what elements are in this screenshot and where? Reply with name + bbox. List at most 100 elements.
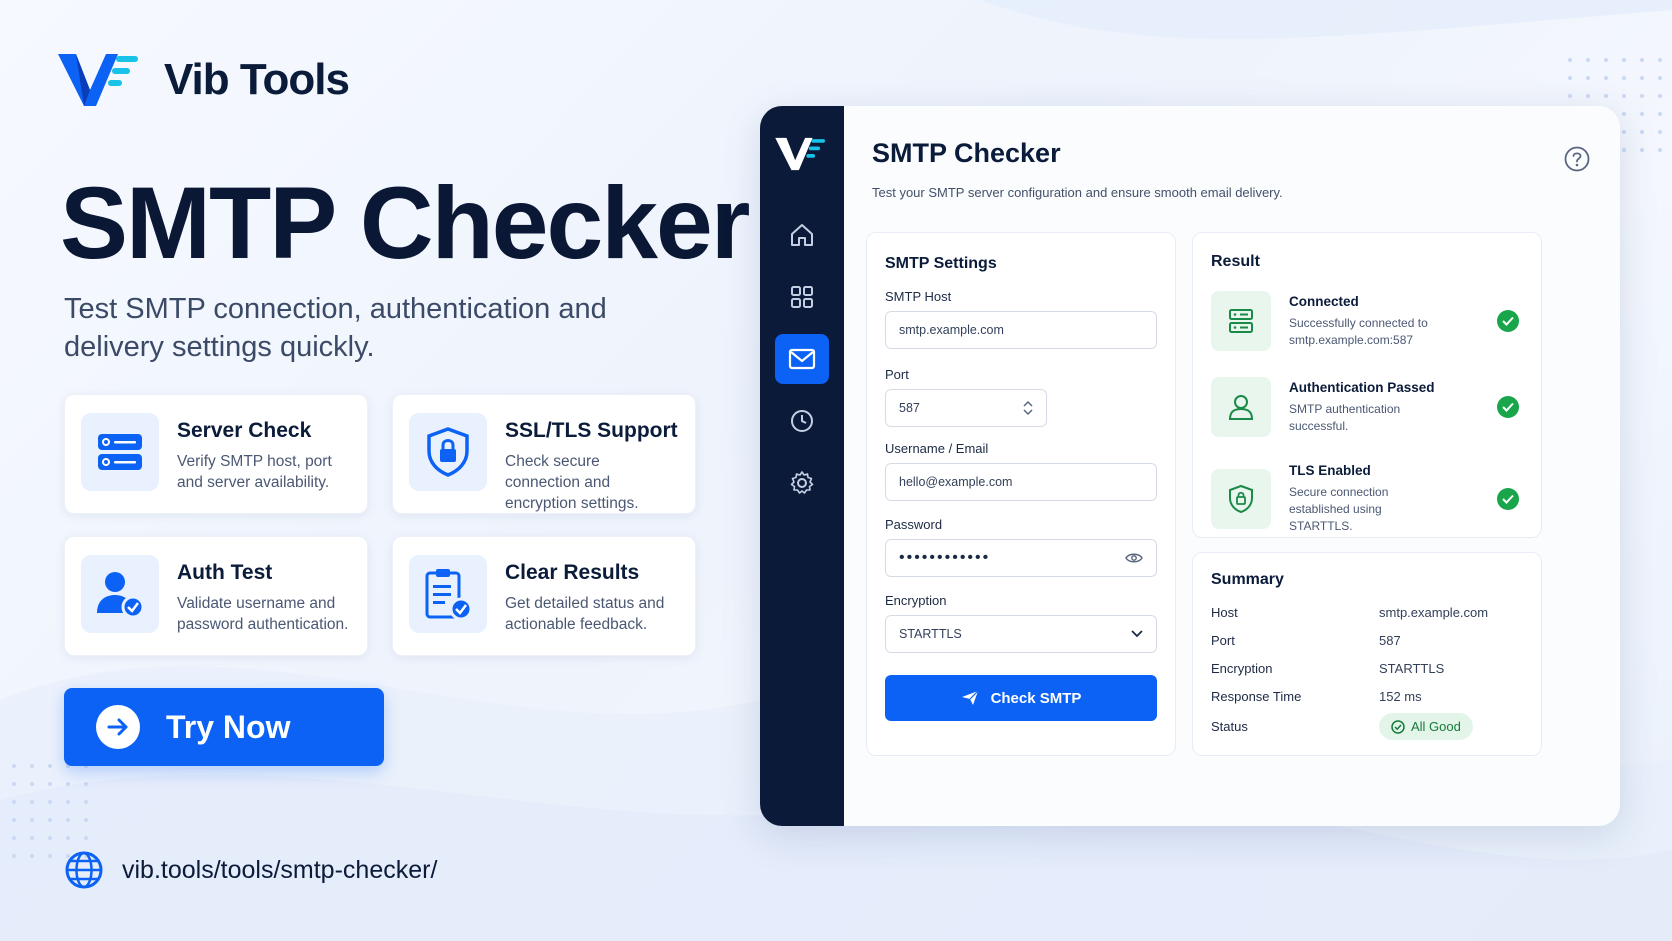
- summary-key: Port: [1211, 633, 1235, 648]
- user-icon: [1211, 377, 1271, 437]
- globe-icon: [65, 851, 103, 889]
- result-item-connected: Connected Successfully connected to smtp…: [1211, 291, 1519, 351]
- brand-logo: Vib Tools: [56, 50, 350, 110]
- summary-key: Status: [1211, 719, 1248, 734]
- summary-value: 587: [1379, 633, 1401, 648]
- feature-desc: Get detailed status and actionable feedb…: [505, 595, 665, 633]
- port-label: Port: [885, 367, 909, 382]
- port-stepper[interactable]: 587: [885, 389, 1047, 427]
- mail-icon: [788, 348, 816, 370]
- nav-settings[interactable]: [775, 458, 829, 508]
- home-icon: [791, 224, 813, 246]
- port-value: 587: [899, 401, 920, 415]
- password-label: Password: [885, 517, 943, 532]
- try-now-button[interactable]: Try Now: [64, 688, 384, 766]
- check-circle-icon: [1391, 719, 1405, 734]
- help-icon[interactable]: [1564, 146, 1590, 177]
- result-title: Authentication Passed: [1289, 379, 1435, 395]
- feature-title: Clear Results: [505, 561, 640, 584]
- summary-row-encryption: Encryption STARTTLS: [1211, 661, 1523, 676]
- settings-heading: SMTP Settings: [885, 255, 997, 272]
- app-title: SMTP Checker: [872, 138, 1061, 168]
- summary-key: Host: [1211, 605, 1238, 620]
- result-title: Connected: [1289, 293, 1359, 309]
- tool-url[interactable]: vib.tools/tools/smtp-checker/: [64, 850, 437, 890]
- host-value: smtp.example.com: [899, 323, 1004, 337]
- stepper-icon[interactable]: [1023, 400, 1033, 416]
- check-circle-icon: [1497, 396, 1519, 418]
- feature-card-server-check: Server Check Verify SMTP host, port and …: [64, 394, 368, 514]
- server-icon: [81, 413, 159, 491]
- result-item-tls: TLS Enabled Secure connection establishe…: [1211, 463, 1519, 535]
- result-title: TLS Enabled: [1289, 463, 1371, 478]
- check-smtp-button[interactable]: Check SMTP: [885, 675, 1157, 721]
- nav-mail[interactable]: [775, 334, 829, 384]
- nav-history[interactable]: [775, 396, 829, 446]
- username-value: hello@example.com: [899, 475, 1013, 489]
- result-item-auth: Authentication Passed SMTP authenticatio…: [1211, 377, 1519, 437]
- arrow-right-icon: [96, 705, 140, 749]
- app-description: Test your SMTP server configuration and …: [872, 185, 1283, 200]
- hero-subtitle: Test SMTP connection, authentication and…: [64, 293, 607, 363]
- password-input[interactable]: ••••••••••••: [885, 539, 1157, 577]
- summary-row-host: Host smtp.example.com: [1211, 605, 1523, 620]
- main-content: SMTP Checker Test your SMTP server confi…: [844, 106, 1620, 826]
- summary-value: 152 ms: [1379, 689, 1422, 704]
- feature-desc: Verify SMTP host, port and server availa…: [177, 453, 332, 491]
- nav-dashboard[interactable]: [775, 272, 829, 322]
- grid-icon: [791, 286, 813, 308]
- result-heading: Result: [1211, 253, 1260, 270]
- url-text: vib.tools/tools/smtp-checker/: [122, 855, 438, 884]
- summary-heading: Summary: [1211, 571, 1284, 588]
- hero-title: SMTP Checker: [60, 166, 750, 280]
- summary-panel: Summary Host smtp.example.com Port 587 E…: [1192, 552, 1542, 756]
- send-icon: [961, 690, 978, 705]
- result-panel: Result Connected Successfully connected …: [1192, 232, 1542, 538]
- result-desc: Successfully connected to smtp.example.c…: [1289, 315, 1428, 347]
- check-smtp-label: Check SMTP: [990, 689, 1082, 707]
- host-label: SMTP Host: [885, 289, 952, 304]
- encryption-label: Encryption: [885, 593, 947, 608]
- summary-value: STARTTLS: [1379, 661, 1445, 676]
- feature-card-ssl-tls: SSL/TLS Support Check secure connection …: [392, 394, 696, 514]
- eye-icon[interactable]: [1125, 552, 1143, 564]
- sidebar: [760, 106, 844, 826]
- feature-title: Server Check: [177, 419, 312, 442]
- encryption-select[interactable]: STARTTLS: [885, 615, 1157, 653]
- feature-card-auth-test: Auth Test Validate username and password…: [64, 536, 368, 656]
- shield-lock-icon: [409, 413, 487, 491]
- nav-home[interactable]: [775, 210, 829, 260]
- feature-card-clear-results: Clear Results Get detailed status and ac…: [392, 536, 696, 656]
- chevron-down-icon: [1131, 630, 1143, 638]
- feature-desc: Check secure connection and encryption s…: [505, 453, 639, 512]
- clipboard-check-icon: [409, 555, 487, 633]
- smtp-host-input[interactable]: smtp.example.com: [885, 311, 1157, 349]
- summary-row-response-time: Response Time 152 ms: [1211, 689, 1523, 704]
- logo-icon: [58, 54, 138, 106]
- summary-row-status: Status All Good: [1211, 713, 1523, 740]
- feature-title: SSL/TLS Support: [505, 419, 678, 442]
- shield-lock-icon: [1211, 469, 1271, 529]
- check-circle-icon: [1497, 488, 1519, 510]
- brand-name: Vib Tools: [164, 55, 350, 104]
- status-badge: All Good: [1379, 713, 1473, 740]
- try-now-label: Try Now: [166, 708, 291, 745]
- summary-key: Encryption: [1211, 661, 1273, 676]
- username-input[interactable]: hello@example.com: [885, 463, 1157, 501]
- app-window: SMTP Checker Test your SMTP server confi…: [760, 106, 1620, 826]
- check-circle-icon: [1497, 310, 1519, 332]
- password-value: ••••••••••••: [899, 549, 991, 566]
- feature-title: Auth Test: [177, 561, 273, 584]
- dot-pattern-left: [12, 764, 88, 858]
- status-value: All Good: [1411, 719, 1461, 734]
- summary-key: Response Time: [1211, 689, 1302, 704]
- feature-desc: Validate username and password authentic…: [177, 595, 349, 633]
- app-logo-icon: [775, 137, 826, 171]
- encryption-value: STARTTLS: [899, 627, 962, 641]
- gear-icon: [790, 471, 814, 494]
- user-check-icon: [81, 555, 159, 633]
- server-icon: [1211, 291, 1271, 351]
- username-label: Username / Email: [885, 441, 989, 456]
- smtp-settings-panel: SMTP Settings SMTP Host smtp.example.com…: [866, 232, 1176, 756]
- result-desc: Secure connection established using STAR…: [1289, 485, 1389, 533]
